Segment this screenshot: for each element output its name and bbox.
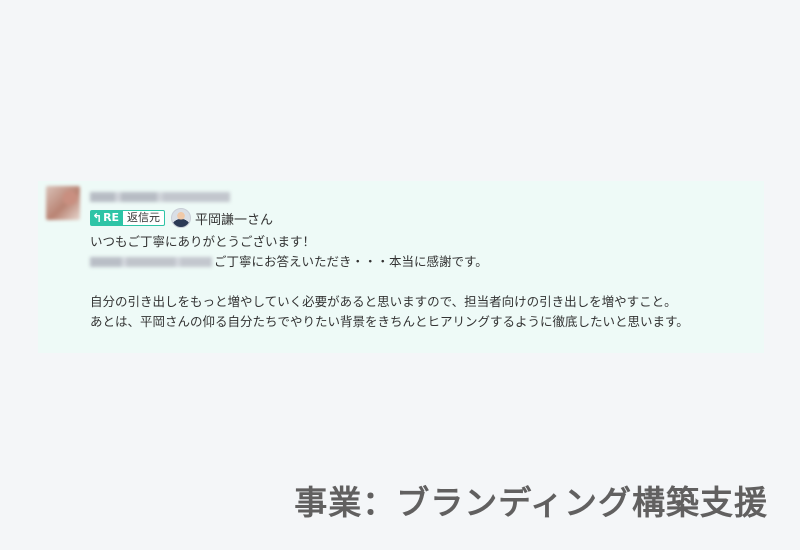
message-body: いつもご丁寧にありがとうございます！ ■■■■■■■■■■ ご丁寧にお答えいただ… bbox=[90, 232, 689, 332]
reply-source-label: 返信元 bbox=[123, 210, 166, 226]
sender-avatar[interactable] bbox=[46, 186, 80, 220]
message-line: いつもご丁寧にありがとうございます！ bbox=[90, 234, 316, 249]
mention[interactable]: 平岡謙一さん bbox=[171, 208, 273, 228]
re-tag: ↰ RE bbox=[90, 210, 124, 226]
reply-arrow-icon: ↰ bbox=[92, 211, 103, 225]
sender-name[interactable]: ■■■■■■■■■■■ bbox=[90, 192, 230, 202]
message-line-text: ご丁寧にお答えいただき・・・本当に感謝です。 bbox=[214, 254, 488, 269]
reply-source-badge[interactable]: ↰ RE 返信元 bbox=[90, 210, 166, 226]
re-label: RE bbox=[103, 211, 120, 224]
message-line: ■■■■■■■■■■ ご丁寧にお答えいただき・・・本当に感謝です。 bbox=[90, 252, 689, 272]
caption: 事業：ブランディング構築支援 bbox=[294, 483, 768, 522]
message-line: あとは、平岡さんの仰る自分たちでやりたい背景をきちんとヒアリングするように徹底し… bbox=[90, 314, 689, 329]
message-line: 自分の引き出しをもっと増やしていく必要があると思いますので、担当者向けの引き出し… bbox=[90, 294, 677, 309]
redacted-name: ■■■■■■■■■■ bbox=[90, 257, 212, 267]
mention-avatar bbox=[171, 208, 192, 228]
mention-name: 平岡謙一さん bbox=[195, 212, 274, 228]
reply-header: ↰ RE 返信元 平岡謙一さん bbox=[90, 208, 273, 228]
